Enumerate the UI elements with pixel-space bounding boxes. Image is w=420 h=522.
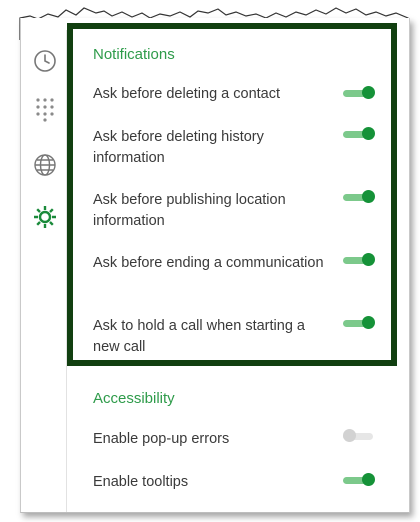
toggle-tooltips[interactable] <box>343 473 375 486</box>
setting-label-delete-history: Ask before deleting history information <box>93 129 264 166</box>
setting-label-hold-call: Ask to hold a call when starting a new c… <box>93 318 305 355</box>
setting-label-popup-errors: Enable pop-up errors <box>93 431 230 447</box>
toggle-thumb <box>343 429 356 442</box>
toggle-end-communication[interactable] <box>343 253 375 266</box>
clock-icon[interactable] <box>32 48 58 74</box>
toggle-delete-contact[interactable] <box>343 86 375 99</box>
dialpad-icon[interactable] <box>32 96 58 122</box>
setting-label-tooltips: Enable tooltips <box>93 474 189 490</box>
globe-icon[interactable] <box>32 152 58 178</box>
toggle-thumb <box>362 86 375 99</box>
toggle-thumb <box>362 253 375 266</box>
toggle-popup-errors[interactable] <box>343 429 375 442</box>
toggle-thumb <box>362 473 375 486</box>
toggle-delete-history[interactable] <box>343 127 375 140</box>
notifications-heading: Notifications <box>93 46 175 63</box>
toggle-thumb <box>362 190 375 203</box>
toggle-hold-call[interactable] <box>343 316 375 329</box>
toggle-publish-location[interactable] <box>343 190 375 203</box>
setting-label-publish-location: Ask before publishing location informati… <box>93 192 286 229</box>
setting-label-end-communication: Ask before ending a communication <box>93 255 324 271</box>
toggle-thumb <box>362 316 375 329</box>
toggle-thumb <box>362 127 375 140</box>
gear-icon[interactable] <box>32 204 58 230</box>
accessibility-heading: Accessibility <box>93 390 175 407</box>
sidebar <box>22 30 67 512</box>
setting-label-delete-contact: Ask before deleting a contact <box>93 86 281 102</box>
